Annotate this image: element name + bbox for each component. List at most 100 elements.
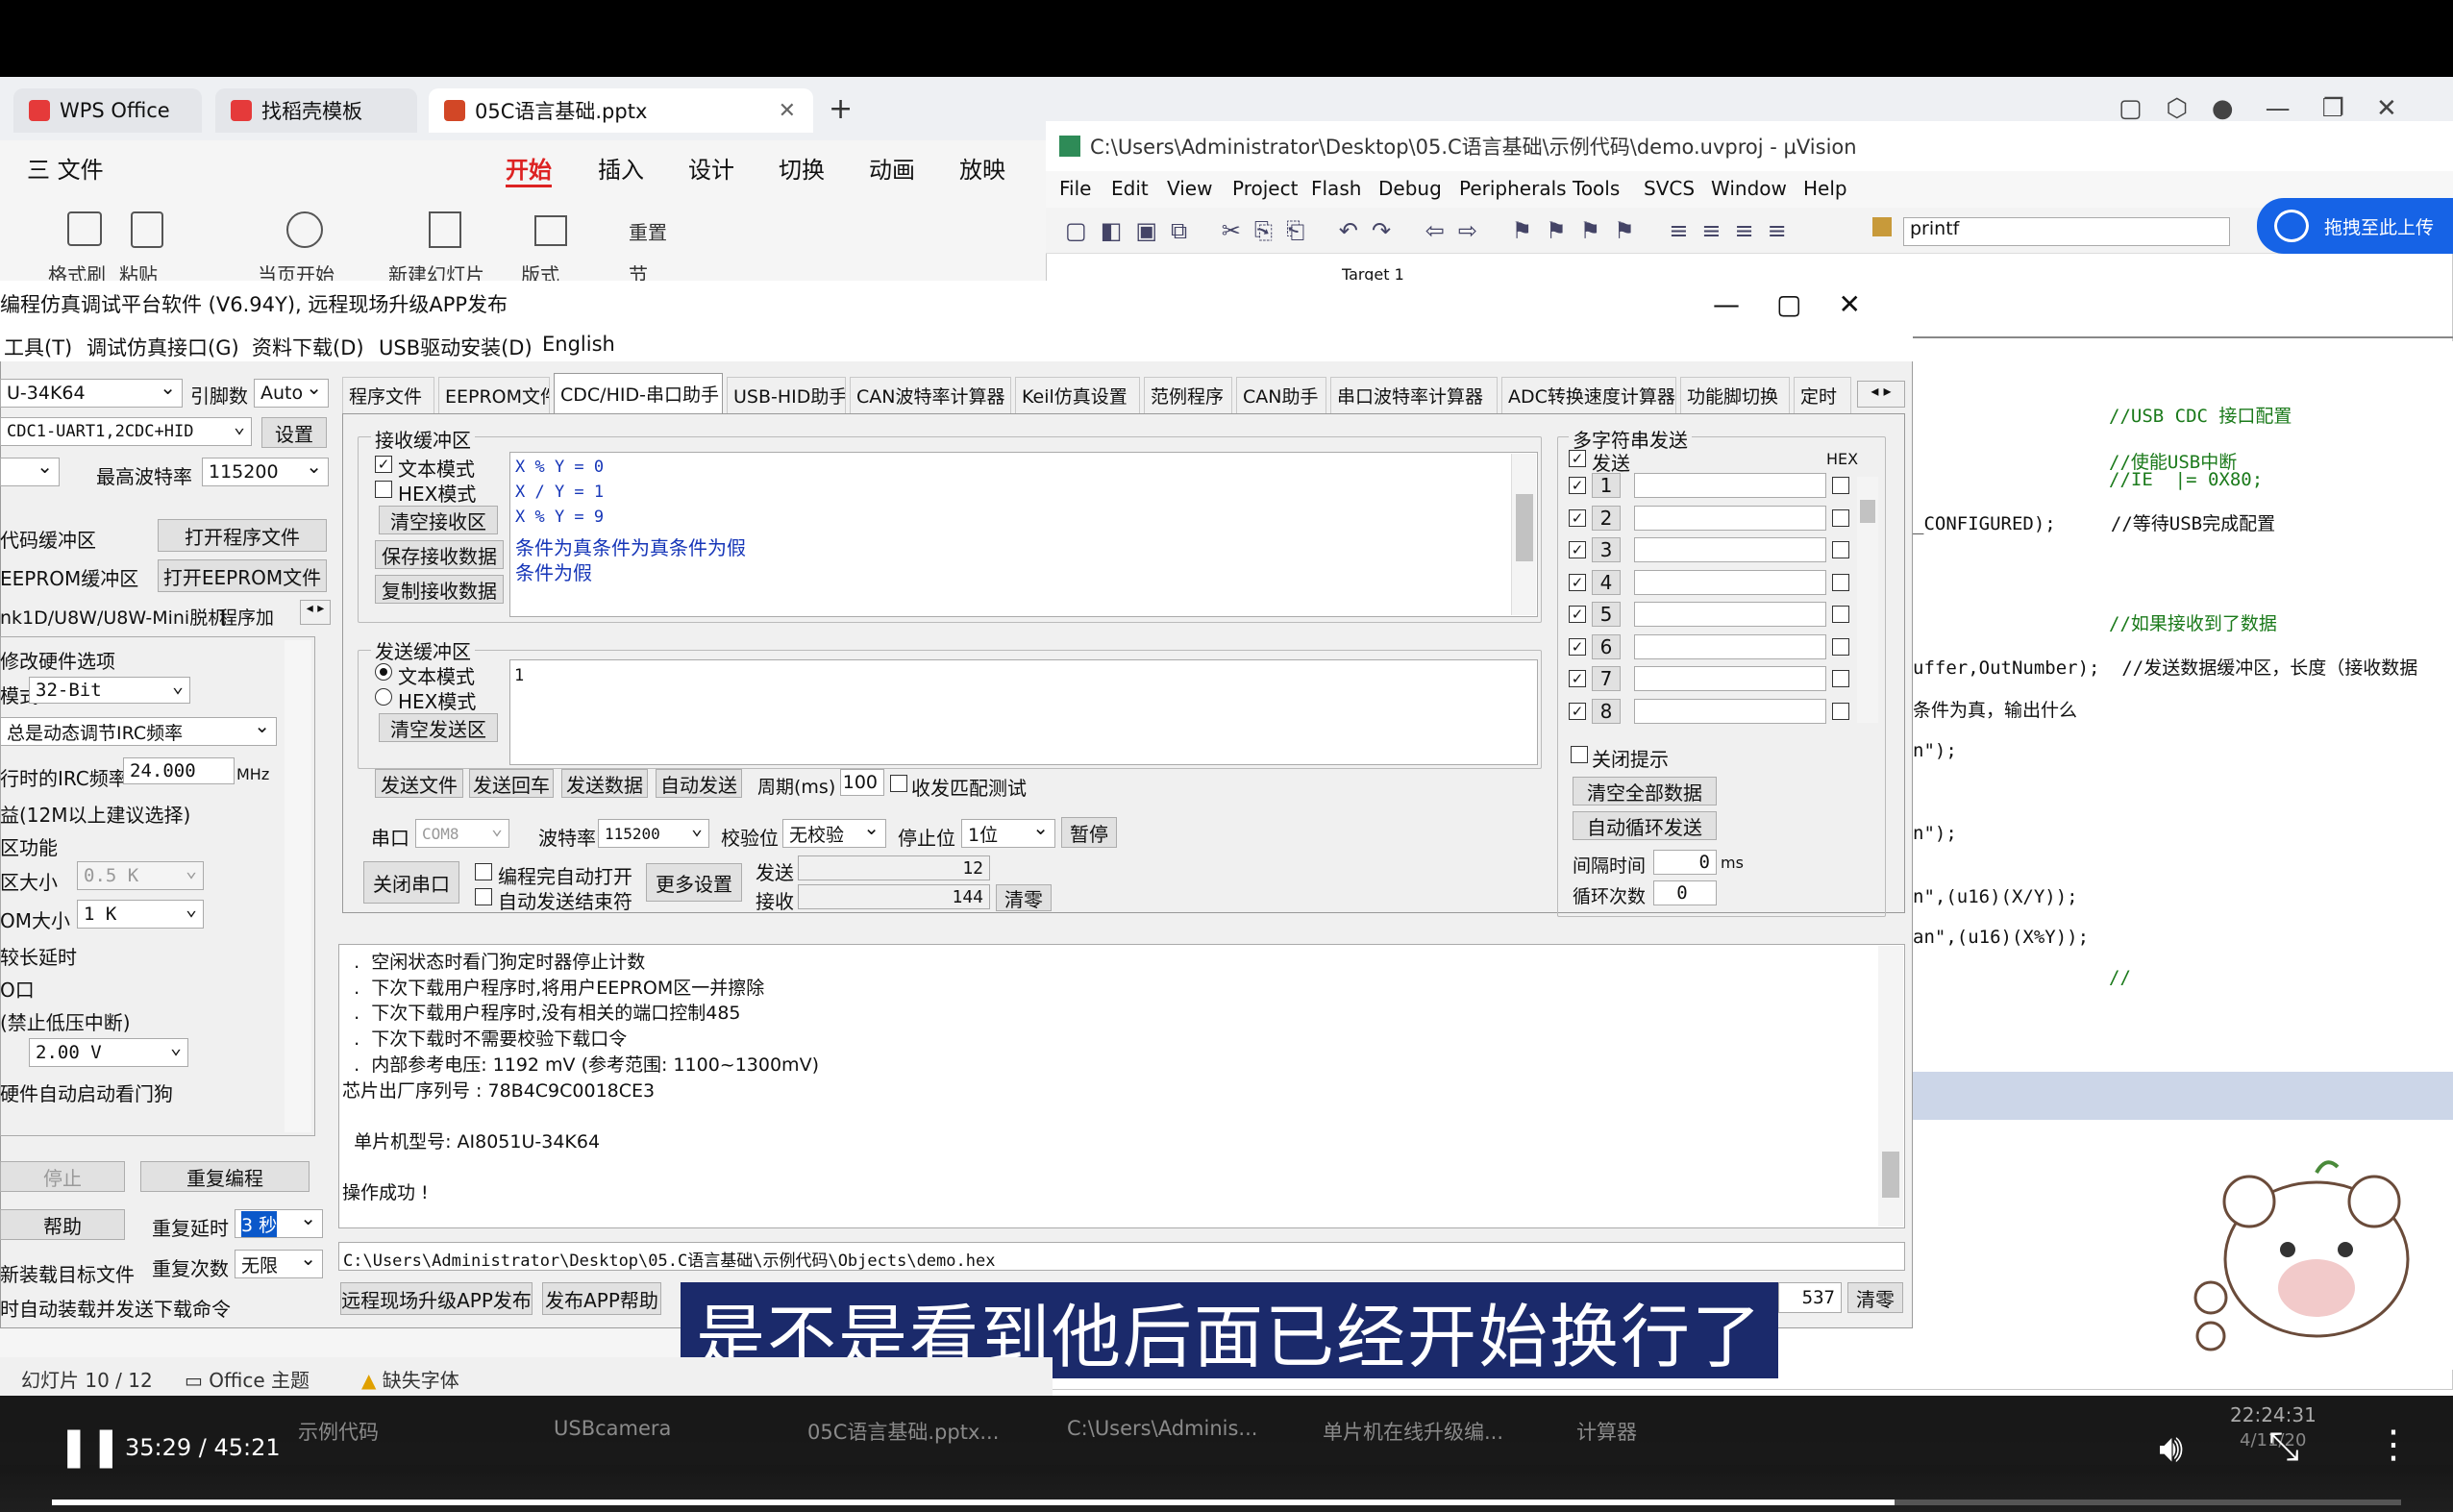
menu-design[interactable]: 设计 bbox=[688, 151, 734, 185]
menu-file[interactable]: 三 文件 bbox=[27, 151, 104, 185]
multi-row-send-button[interactable]: 4 bbox=[1592, 569, 1621, 595]
menu-file[interactable]: File bbox=[1059, 177, 1091, 200]
multi-row-input[interactable] bbox=[1634, 473, 1826, 498]
menu-downloads[interactable]: 资料下载(D) bbox=[252, 333, 364, 361]
multi-row-input[interactable] bbox=[1634, 698, 1826, 724]
menu-window[interactable]: Window bbox=[1711, 177, 1787, 200]
zero-button[interactable]: 清零 bbox=[996, 884, 1052, 911]
send-file-button[interactable]: 发送文件 bbox=[375, 769, 463, 798]
tab-2[interactable]: EEPROM文件 bbox=[438, 377, 550, 413]
multi-row-input[interactable] bbox=[1634, 569, 1826, 595]
repeat-program-button[interactable]: 重复编程 bbox=[140, 1161, 310, 1192]
irc-freq-input[interactable]: 24.000 bbox=[123, 757, 235, 784]
rx-scrollbar[interactable] bbox=[1511, 454, 1536, 615]
mcu-select[interactable]: U-34K64 bbox=[0, 376, 183, 408]
tab-scroll-arrows[interactable]: ◂ ▸ bbox=[300, 600, 331, 625]
tx-hex-mode-radio[interactable] bbox=[375, 688, 392, 706]
autoload-option[interactable]: 时自动装载并发送下载命令 bbox=[0, 1294, 231, 1322]
multi-row-send-button[interactable]: 8 bbox=[1592, 698, 1621, 724]
clear-tx-button[interactable]: 清空发送区 bbox=[379, 713, 498, 742]
tab-4[interactable]: USB-HID助手 bbox=[727, 377, 846, 413]
menu-view[interactable]: View bbox=[1167, 177, 1212, 200]
auto-send-button[interactable]: 自动发送 bbox=[656, 769, 742, 798]
tab-3[interactable]: CDC/HID-串口助手 bbox=[554, 373, 723, 413]
multi-row-checkbox[interactable]: ✓ bbox=[1569, 477, 1586, 494]
more-options-icon[interactable]: ⋮ bbox=[2374, 1423, 2413, 1467]
com-select[interactable]: COM8 bbox=[415, 816, 509, 848]
tab-5[interactable]: CAN波特率计算器 bbox=[850, 377, 1011, 413]
multi-row-input[interactable] bbox=[1634, 602, 1826, 627]
hex-path-field[interactable]: C:\Users\Administrator\Desktop\05.C语言基础\… bbox=[338, 1242, 1905, 1271]
exit-fullscreen-icon[interactable]: ⤡ bbox=[2268, 1425, 2299, 1469]
multi-row-send-button[interactable]: 2 bbox=[1592, 505, 1621, 531]
menu-flash[interactable]: Flash bbox=[1311, 177, 1361, 200]
tab-prog-add[interactable]: 程序加 bbox=[219, 604, 274, 630]
copy-rx-button[interactable]: 复制接收数据 bbox=[375, 575, 504, 604]
auto-end-checkbox[interactable] bbox=[475, 888, 492, 905]
menu-svcs[interactable]: SVCS bbox=[1644, 177, 1695, 200]
open-program-button[interactable]: 打开程序文件 bbox=[158, 519, 327, 552]
multi-row-hex-checkbox[interactable] bbox=[1832, 637, 1849, 656]
multi-row-input[interactable] bbox=[1634, 537, 1826, 562]
tx-textarea[interactable]: 1 bbox=[509, 659, 1538, 765]
tab-scroll-arrows[interactable]: ◂ ▸ bbox=[1857, 381, 1905, 408]
clear-rx-button[interactable]: 清空接收区 bbox=[379, 506, 498, 534]
dialog-window-controls[interactable]: —▢✕ bbox=[1713, 288, 1897, 320]
multi-row-hex-checkbox[interactable] bbox=[1832, 606, 1849, 623]
pause-icon[interactable]: ❚❚ bbox=[58, 1425, 122, 1469]
clear-all-button[interactable]: 清空全部数据 bbox=[1573, 777, 1717, 806]
multi-row-checkbox[interactable]: ✓ bbox=[1569, 702, 1586, 720]
lvd-option[interactable]: (禁止低压中断) bbox=[0, 1007, 131, 1035]
multi-row-hex-checkbox[interactable] bbox=[1832, 573, 1849, 591]
area-option[interactable]: 区功能 bbox=[0, 832, 58, 860]
multi-row-send-button[interactable]: 1 bbox=[1592, 473, 1621, 498]
scan-select[interactable] bbox=[0, 455, 60, 486]
hw-scrollbar[interactable] bbox=[285, 640, 311, 1132]
multi-row-input[interactable] bbox=[1634, 633, 1826, 659]
menu-peripherals[interactable]: Peripherals bbox=[1459, 177, 1567, 200]
send-cr-button[interactable]: 发送回车 bbox=[469, 769, 554, 798]
taskbar-calculator[interactable]: 计算器 bbox=[1576, 1417, 1637, 1446]
tab-template[interactable]: 找稻壳模板 bbox=[215, 88, 417, 133]
tx-text-mode-radio[interactable] bbox=[375, 663, 392, 681]
multi-row-send-button[interactable]: 5 bbox=[1592, 602, 1621, 627]
rx-hex-mode-checkbox[interactable] bbox=[375, 481, 392, 498]
taskbar-uvision[interactable]: C:\Users\Adminis... bbox=[1067, 1417, 1257, 1440]
close-tip-checkbox[interactable] bbox=[1571, 746, 1588, 763]
multi-row-checkbox[interactable]: ✓ bbox=[1569, 508, 1586, 527]
menu-start[interactable]: 开始 bbox=[506, 151, 552, 187]
tab-11[interactable]: 功能脚切换 bbox=[1680, 377, 1790, 413]
pin-select[interactable]: Auto bbox=[254, 376, 329, 408]
taskbar-programmer[interactable]: 单片机在线升级编... bbox=[1323, 1417, 1503, 1446]
settings-button[interactable]: 设置 bbox=[261, 417, 327, 448]
tab-6[interactable]: Keil仿真设置 bbox=[1015, 377, 1140, 413]
lvd-select[interactable]: 2.00 V bbox=[29, 1035, 188, 1067]
window-controls[interactable]: ▢ ⬡ ● — ❐ ✕ bbox=[2118, 94, 2397, 123]
multi-row-hex-checkbox[interactable] bbox=[1832, 670, 1849, 687]
tab-8[interactable]: CAN助手 bbox=[1236, 377, 1326, 413]
menu-tools[interactable]: Tools bbox=[1573, 177, 1620, 200]
menu-project[interactable]: Project bbox=[1232, 177, 1298, 200]
taskbar-usbcamera[interactable]: USBcamera bbox=[554, 1417, 671, 1440]
baud-select[interactable]: 115200 bbox=[598, 816, 709, 848]
multi-row-checkbox[interactable]: ✓ bbox=[1569, 670, 1586, 687]
multi-row-hex-checkbox[interactable] bbox=[1832, 541, 1849, 558]
tab-pptx[interactable]: 05C语言基础.pptx ✕ bbox=[429, 88, 813, 133]
menu-debug[interactable]: Debug bbox=[1378, 177, 1442, 200]
pause-button[interactable]: 暂停 bbox=[1061, 817, 1117, 848]
io-option[interactable]: O口 bbox=[0, 975, 35, 1003]
menu-animation[interactable]: 动画 bbox=[869, 151, 915, 185]
menu-tools[interactable]: 工具(T) bbox=[4, 333, 72, 361]
multi-row-send-button[interactable]: 7 bbox=[1592, 666, 1621, 691]
theme-status[interactable]: ▭ Office 主题 bbox=[185, 1365, 310, 1393]
wdt-option[interactable]: 硬件自动启动看门狗 bbox=[0, 1078, 173, 1106]
missing-font-status[interactable]: ▲ 缺失字体 bbox=[361, 1365, 459, 1393]
more-settings-button[interactable]: 更多设置 bbox=[646, 863, 742, 902]
upload-drop-button[interactable]: 拖拽至此上传 bbox=[2257, 198, 2453, 254]
multi-row-checkbox[interactable]: ✓ bbox=[1569, 573, 1586, 591]
multi-row-checkbox[interactable]: ✓ bbox=[1569, 606, 1586, 623]
multi-row-hex-checkbox[interactable] bbox=[1832, 477, 1849, 494]
remote-upgrade-button[interactable]: 远程现场升级APP发布 bbox=[340, 1282, 533, 1315]
log-scrollbar[interactable] bbox=[1878, 946, 1903, 1227]
send-data-button[interactable]: 发送数据 bbox=[561, 769, 648, 798]
